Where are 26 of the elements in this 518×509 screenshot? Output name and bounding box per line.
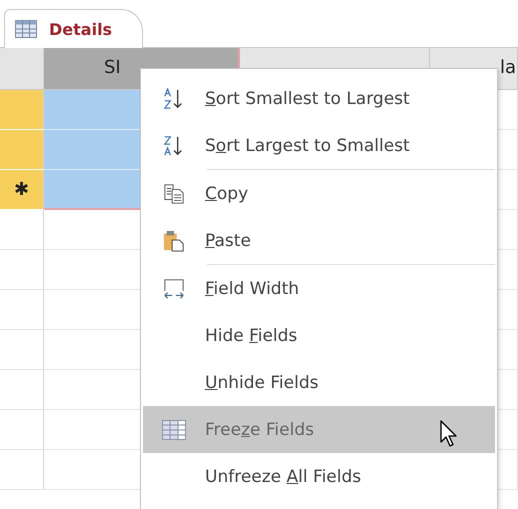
row-selector[interactable] [0, 90, 44, 130]
row-selector[interactable] [0, 210, 44, 250]
menu-item[interactable]: Field Width [143, 265, 495, 312]
table-icon [15, 20, 37, 38]
copy-icon [163, 182, 185, 204]
row-selector[interactable] [0, 450, 44, 490]
row-selector[interactable]: ✱ [0, 170, 44, 210]
select-all-corner[interactable] [0, 48, 44, 90]
row-selector[interactable] [0, 330, 44, 370]
row-selector[interactable] [0, 370, 44, 410]
row-selector[interactable] [0, 290, 44, 330]
menu-item[interactable]: Paste [143, 217, 495, 264]
row-selector[interactable] [0, 250, 44, 290]
row-selector[interactable] [0, 130, 44, 170]
details-tab[interactable]: Details [4, 9, 144, 48]
menu-item[interactable]: Unhide Fields [143, 359, 495, 406]
field-width-icon [163, 278, 185, 300]
row-selector[interactable] [0, 410, 44, 450]
menu-item[interactable]: Unfreeze All Fields [143, 453, 495, 500]
paste-icon [163, 230, 185, 252]
pointer-icon [440, 420, 458, 448]
menu-item[interactable]: Hide Fields [143, 312, 495, 359]
menu-item[interactable]: Sort Smallest to Largest [143, 75, 495, 122]
table-icon [162, 420, 186, 440]
menu-item[interactable]: Sort Largest to Smallest [143, 122, 495, 169]
menu-item[interactable]: Copy [143, 170, 495, 217]
